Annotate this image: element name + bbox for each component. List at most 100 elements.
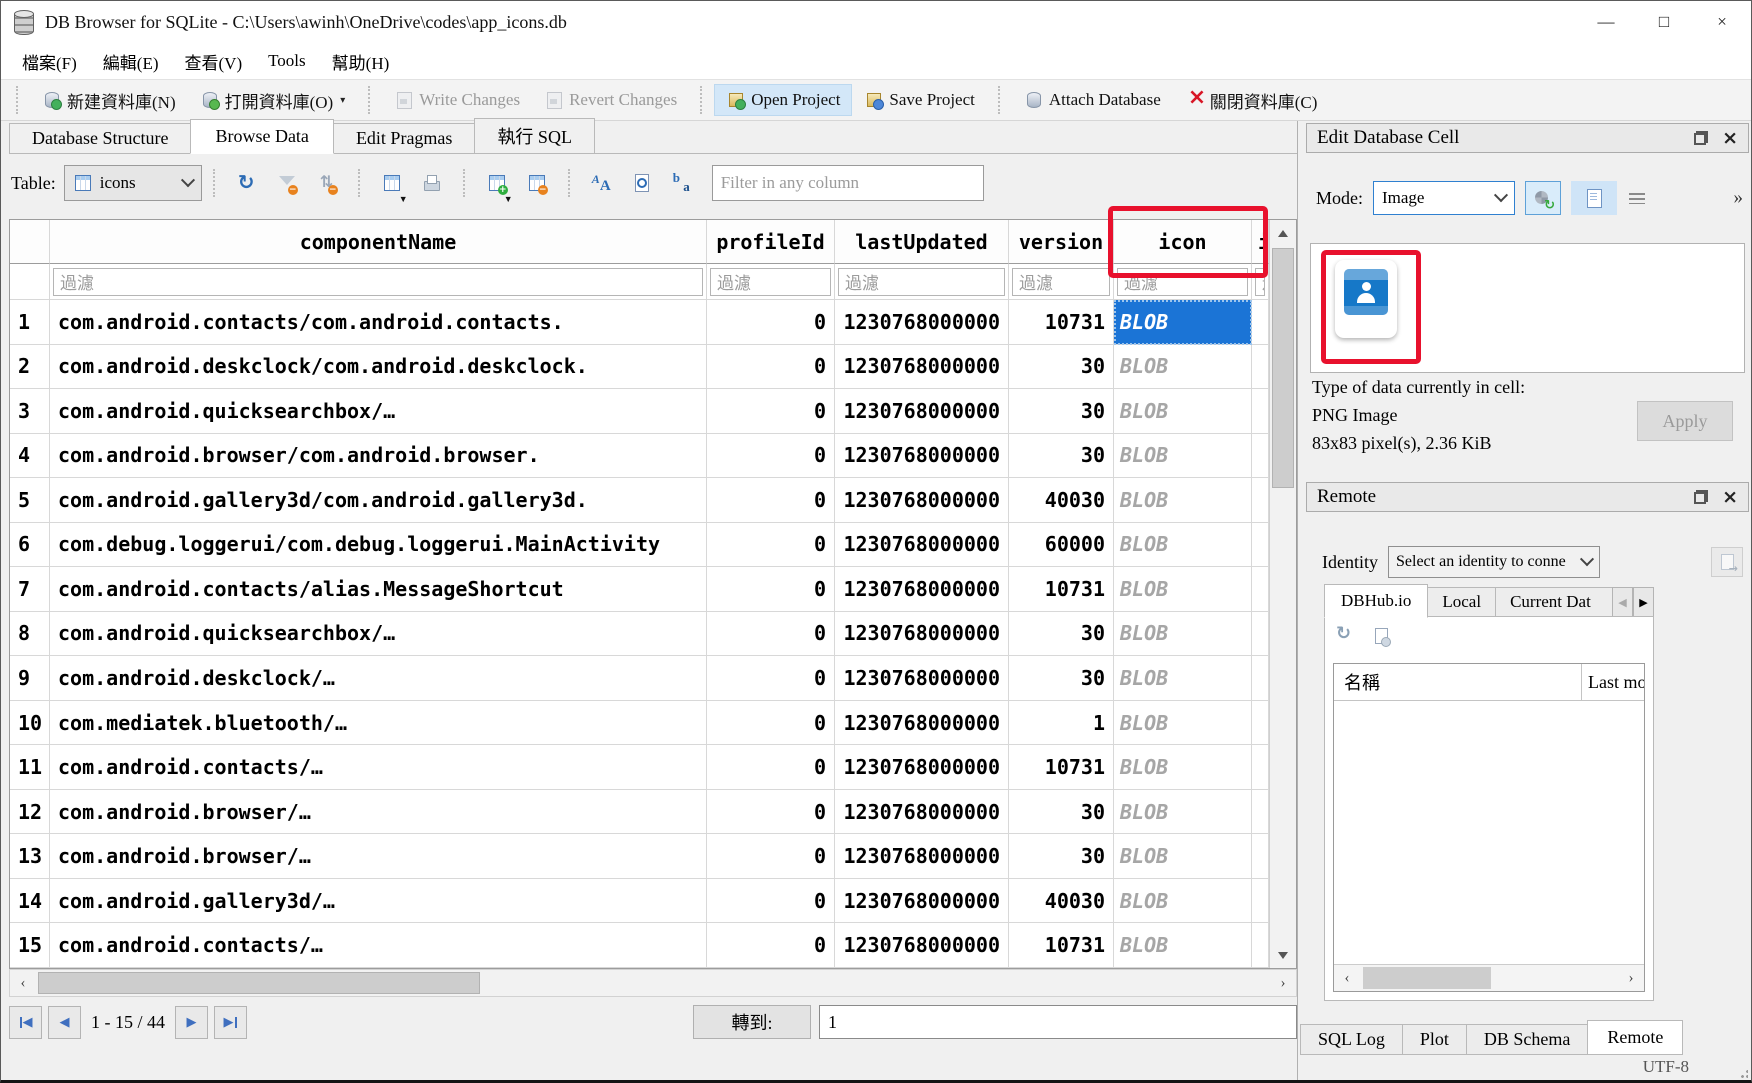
filter-input-lastUpdated[interactable]: 過濾	[838, 268, 1005, 296]
cell-version[interactable]: 30	[1009, 612, 1114, 657]
cell-icon[interactable]: BLOB	[1114, 923, 1252, 968]
cell-ic[interactable]	[1252, 434, 1269, 479]
cell-ic[interactable]	[1252, 879, 1269, 924]
cell-profileId[interactable]: 0	[707, 389, 835, 434]
scroll-down-button[interactable]	[1270, 942, 1296, 968]
cell-profileId[interactable]: 0	[707, 345, 835, 390]
cell-profileId[interactable]: 0	[707, 701, 835, 746]
cell-lastUpdated[interactable]: 1230768000000	[835, 523, 1009, 568]
filter-input-icon[interactable]: 過濾	[1117, 268, 1248, 296]
insert-record-icon-button[interactable]: ▼	[477, 163, 517, 203]
cell-componentName[interactable]: com.android.browser/…	[50, 790, 707, 835]
vertical-scroll-thumb[interactable]	[1272, 248, 1294, 488]
cell-ic[interactable]	[1252, 567, 1269, 612]
cell-profileId[interactable]: 0	[707, 300, 835, 345]
vertical-scroll-track[interactable]	[1270, 246, 1296, 942]
close-button[interactable]: ×	[1693, 1, 1751, 43]
cell-profileId[interactable]: 0	[707, 790, 835, 835]
column-header-icon[interactable]: icon	[1114, 220, 1252, 264]
menu-item-tools[interactable]: Tools	[255, 47, 319, 75]
cell-ic[interactable]	[1252, 389, 1269, 434]
encoding-status[interactable]: UTF-8	[1643, 1057, 1689, 1077]
close-panel-icon[interactable]: ×	[1722, 488, 1738, 507]
menu-item-edit[interactable]: 編輯(E)	[90, 45, 172, 78]
float-panel-icon[interactable]	[1694, 490, 1708, 504]
column-header-version[interactable]: version	[1009, 220, 1114, 264]
close-panel-icon[interactable]: ×	[1722, 129, 1738, 148]
cell-ic[interactable]	[1252, 701, 1269, 746]
cell-version[interactable]: 10731	[1009, 923, 1114, 968]
scroll-up-button[interactable]	[1270, 220, 1296, 246]
cell-ic[interactable]	[1252, 345, 1269, 390]
cell-componentName[interactable]: com.android.deskclock/com.android.deskcl…	[50, 345, 707, 390]
cell-version[interactable]: 30	[1009, 790, 1114, 835]
cell-componentName[interactable]: com.android.browser/com.android.browser.	[50, 434, 707, 479]
cell-componentName[interactable]: com.android.gallery3d/…	[50, 879, 707, 924]
maximize-button[interactable]: □	[1635, 1, 1693, 43]
cell-version[interactable]: 30	[1009, 345, 1114, 390]
menu-item-help[interactable]: 幫助(H)	[319, 45, 403, 78]
word-wrap-button[interactable]	[1627, 181, 1647, 215]
cell-version[interactable]: 40030	[1009, 879, 1114, 924]
minimize-button[interactable]: —	[1577, 1, 1635, 43]
row-number[interactable]: 10	[10, 701, 50, 746]
cell-icon[interactable]: BLOB	[1114, 701, 1252, 746]
cell-icon[interactable]: BLOB	[1114, 745, 1252, 790]
cell-profileId[interactable]: 0	[707, 567, 835, 612]
cell-lastUpdated[interactable]: 1230768000000	[835, 923, 1009, 968]
menu-item-file[interactable]: 檔案(F)	[9, 45, 90, 78]
cell-lastUpdated[interactable]: 1230768000000	[835, 879, 1009, 924]
cell-lastUpdated[interactable]: 1230768000000	[835, 478, 1009, 523]
name-column-header[interactable]: 名稱	[1334, 669, 1581, 695]
cell-lastUpdated[interactable]: 1230768000000	[835, 790, 1009, 835]
dock-tab-sql-log[interactable]: SQL Log	[1300, 1024, 1403, 1055]
dock-tab-plot[interactable]: Plot	[1402, 1024, 1467, 1055]
horizontal-scrollbar[interactable]: ‹ ›	[9, 969, 1297, 997]
tab-edit-pragmas[interactable]: Edit Pragmas	[333, 123, 476, 153]
column-header-profileId[interactable]: profileId	[707, 220, 835, 264]
row-number[interactable]: 3	[10, 389, 50, 434]
cell-lastUpdated[interactable]: 1230768000000	[835, 389, 1009, 434]
filter-input-version[interactable]: 過濾	[1012, 268, 1110, 296]
row-number[interactable]: 4	[10, 434, 50, 479]
cell-profileId[interactable]: 0	[707, 523, 835, 568]
cell-componentName[interactable]: com.android.quicksearchbox/…	[50, 389, 707, 434]
refresh-icon[interactable]	[1335, 626, 1355, 646]
tab-database-structure[interactable]: Database Structure	[9, 123, 191, 153]
delete-record-icon-button[interactable]	[517, 163, 557, 203]
cell-icon[interactable]: BLOB	[1114, 790, 1252, 835]
goto-record-input[interactable]	[819, 1005, 1297, 1039]
tab-execute-sql[interactable]: 執行 SQL	[474, 118, 595, 153]
toolbar-open-project[interactable]: Open Project	[714, 84, 852, 116]
cell-ic[interactable]	[1252, 656, 1269, 701]
toolbar-overflow-button[interactable]: »	[1734, 187, 1744, 209]
cell-ic[interactable]	[1252, 790, 1269, 835]
cell-componentName[interactable]: com.android.gallery3d/com.android.galler…	[50, 478, 707, 523]
dropdown-arrow-icon[interactable]: ▼	[504, 194, 513, 204]
identity-selector[interactable]: Select an identity to conne	[1388, 546, 1600, 578]
last-page-button[interactable]: ▶	[214, 1006, 247, 1039]
cell-ic[interactable]	[1252, 300, 1269, 345]
cell-componentName[interactable]: com.android.contacts/alias.MessageShortc…	[50, 567, 707, 612]
cell-lastUpdated[interactable]: 1230768000000	[835, 300, 1009, 345]
filter-input-profileId[interactable]: 過濾	[710, 268, 831, 296]
replace-icon-button[interactable]	[662, 163, 702, 203]
cell-profileId[interactable]: 0	[707, 879, 835, 924]
cell-profileId[interactable]: 0	[707, 745, 835, 790]
find-icon-button[interactable]	[622, 163, 662, 203]
cell-componentName[interactable]: com.android.contacts/…	[50, 923, 707, 968]
font-icon-button[interactable]	[582, 163, 622, 203]
goto-button[interactable]: 轉到:	[693, 1005, 811, 1039]
toolbar-attach-database[interactable]: Attach Database	[1012, 84, 1173, 116]
row-number[interactable]: 6	[10, 523, 50, 568]
cell-ic[interactable]	[1252, 478, 1269, 523]
cell-icon[interactable]: BLOB	[1114, 434, 1252, 479]
mode-selector[interactable]: Image	[1373, 181, 1515, 215]
scroll-left-button[interactable]: ‹	[1334, 965, 1360, 991]
toolbar-open-database[interactable]: 打開資料庫(O)▾	[188, 82, 358, 119]
print-icon-button[interactable]	[412, 163, 452, 203]
filter-any-column-input[interactable]	[712, 165, 984, 201]
scroll-left-button[interactable]: ‹	[10, 970, 36, 996]
cell-profileId[interactable]: 0	[707, 656, 835, 701]
column-header-ic[interactable]: ic	[1252, 220, 1269, 264]
